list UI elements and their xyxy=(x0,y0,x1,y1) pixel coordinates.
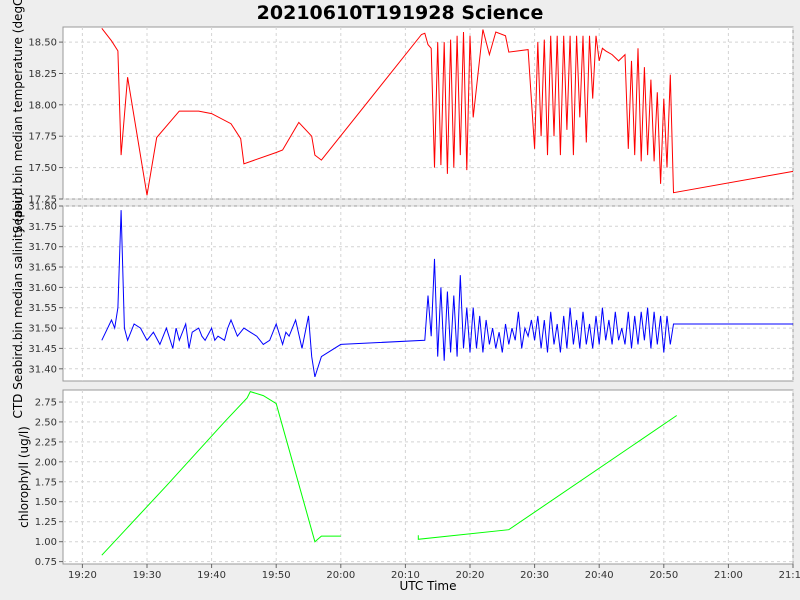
y-tick-label: 31.40 xyxy=(28,364,57,375)
salinity-y-label: CTD Seabird.bin median salinity (psu) xyxy=(11,191,25,418)
chlorophyll-y-label: chlorophyll (ug/l) xyxy=(17,426,31,528)
x-tick-label: 20:00 xyxy=(326,570,355,581)
y-tick-label: 31.50 xyxy=(28,324,57,335)
y-tick-label: 1.00 xyxy=(35,537,57,548)
y-tick-label: 1.25 xyxy=(35,517,57,528)
x-axis-label: UTC Time xyxy=(400,579,457,593)
figure: 20210610T191928 Science 17.2517.5017.751… xyxy=(11,0,800,593)
y-tick-label: 2.25 xyxy=(35,437,57,448)
y-tick-label: 31.80 xyxy=(28,202,57,213)
x-tick-label: 19:40 xyxy=(197,570,226,581)
x-tick-label: 19:50 xyxy=(262,570,291,581)
salinity-y-ticks: 31.40 31.45 31.50 31.55 31.60 31.65 31.70 31.75… xyxy=(28,202,63,375)
y-tick-label: 17.50 xyxy=(28,163,57,174)
x-tick-label: 19:20 xyxy=(68,570,97,581)
x-tick-label: 19:30 xyxy=(133,570,162,581)
salinity-plot-area xyxy=(62,205,794,382)
y-tick-label: 18.50 xyxy=(28,38,57,49)
chlorophyll-panel: 0.75 1.00 1.25 1.50 1.75 2.00 2.25 2.50 2.75 19:… xyxy=(17,389,800,593)
y-tick-label: 31.60 xyxy=(28,283,57,294)
temperature-plot-area xyxy=(62,26,794,200)
x-tick-label: 20:50 xyxy=(649,570,678,581)
x-tick-label: 20:20 xyxy=(456,570,485,581)
y-tick-label: 18.25 xyxy=(28,69,57,80)
y-tick-label: 0.75 xyxy=(35,557,57,568)
y-tick-label: 1.50 xyxy=(35,497,57,508)
x-tick-label: 20:30 xyxy=(520,570,549,581)
y-tick-label: 31.75 xyxy=(28,222,57,233)
x-tick-label: 21:00 xyxy=(714,570,743,581)
temperature-panel: 17.2517.5017.7518.0018.2518.50 Seabird.b… xyxy=(11,0,794,233)
x-tick-label: 21:10 xyxy=(779,570,800,581)
x-tick-label: 20:40 xyxy=(585,570,614,581)
chart-title: 20210610T191928 Science xyxy=(257,2,544,24)
y-tick-label: 31.45 xyxy=(28,344,57,355)
y-tick-label: 31.55 xyxy=(28,303,57,314)
y-tick-label: 17.75 xyxy=(28,132,57,143)
y-tick-label: 2.75 xyxy=(35,398,57,409)
y-tick-label: 1.75 xyxy=(35,477,57,488)
y-tick-label: 31.70 xyxy=(28,242,57,253)
temperature-y-ticks: 17.2517.5017.7518.0018.2518.50 xyxy=(28,38,63,206)
y-tick-label: 2.00 xyxy=(35,457,57,468)
chlorophyll-y-ticks: 0.75 1.00 1.25 1.50 1.75 2.00 2.25 2.50 2.75 xyxy=(35,398,63,568)
salinity-panel: 31.40 31.45 31.50 31.55 31.60 31.65 31.70 31.75… xyxy=(11,191,794,419)
y-tick-label: 2.50 xyxy=(35,417,57,428)
y-tick-label: 18.00 xyxy=(28,100,57,111)
y-tick-label: 31.65 xyxy=(28,263,57,274)
